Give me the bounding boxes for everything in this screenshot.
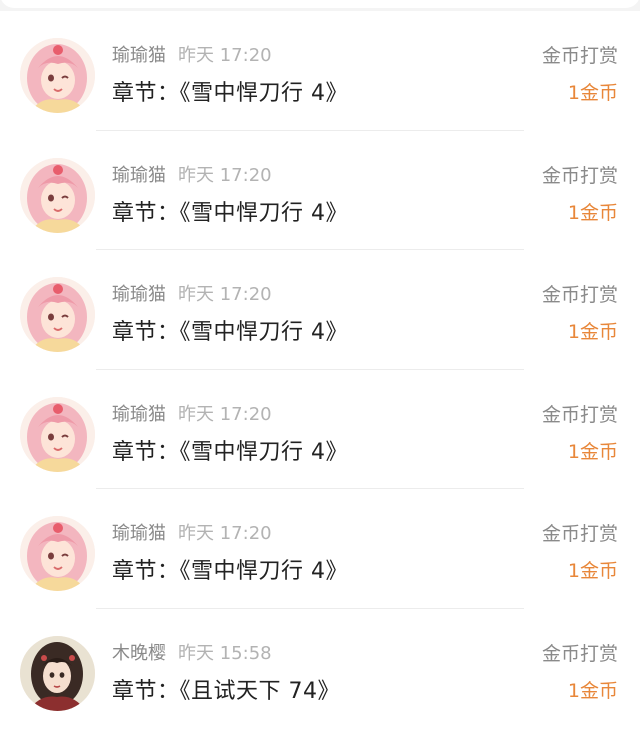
username[interactable]: 瑜瑜猫 [112,523,166,544]
reward-records-page: 瑜瑜猫 昨天 17:20 章节：《雪中悍刀行 4》 金币打赏 1金币 瑜瑜猫 昨… [0,0,640,731]
pink-anime-girl-avatar-icon[interactable] [20,396,95,472]
chapter-title[interactable]: 章节：《雪中悍刀行 4》 [112,314,348,346]
reward-list: 瑜瑜猫 昨天 17:20 章节：《雪中悍刀行 4》 金币打赏 1金币 瑜瑜猫 昨… [0,11,640,731]
chapter-title[interactable]: 章节：《雪中悍刀行 4》 [112,75,348,107]
reward-amount: 1金币 [567,82,618,104]
pink-anime-girl-avatar-icon[interactable] [20,516,95,592]
chapter-title[interactable]: 章节：《雪中悍刀行 4》 [112,434,348,466]
list-item[interactable]: 瑜瑜猫 昨天 17:20 章节：《雪中悍刀行 4》 金币打赏 1金币 [0,250,640,370]
reward-amount: 1金币 [567,440,618,463]
timestamp: 昨天 17:20 [178,403,272,425]
dark-haired-girl-avatar-icon[interactable] [20,635,95,711]
pink-anime-girl-avatar-icon[interactable] [20,157,95,233]
reward-type: 金币打赏 [541,523,618,546]
reward-amount: 1金币 [567,560,618,583]
reward-amount: 1金币 [567,321,618,344]
reward-meta: 瑜瑜猫 昨天 17:20 [112,519,272,545]
reward-type: 金币打赏 [541,284,618,307]
list-item[interactable]: 瑜瑜猫 昨天 17:20 章节：《雪中悍刀行 4》 金币打赏 1金币 [0,489,640,609]
username[interactable]: 木晚樱 [112,643,166,664]
timestamp: 昨天 17:20 [178,164,272,186]
pink-anime-girl-avatar-icon[interactable] [20,38,95,113]
reward-meta: 瑜瑜猫 昨天 17:20 [112,161,272,187]
reward-amount: 1金币 [567,201,618,224]
list-item[interactable]: 瑜瑜猫 昨天 17:20 章节：《雪中悍刀行 4》 金币打赏 1金币 [0,11,640,131]
chapter-title[interactable]: 章节：《雪中悍刀行 4》 [112,553,348,585]
username[interactable]: 瑜瑜猫 [112,284,166,305]
reward-type: 金币打赏 [541,403,618,426]
list-item[interactable]: 瑜瑜猫 昨天 17:20 章节：《雪中悍刀行 4》 金币打赏 1金币 [0,369,640,490]
chapter-title[interactable]: 章节：《且试天下 74》 [112,673,340,705]
reward-meta: 瑜瑜猫 昨天 17:20 [112,41,272,67]
timestamp: 昨天 15:58 [178,642,272,664]
username[interactable]: 瑜瑜猫 [112,45,166,66]
reward-meta: 瑜瑜猫 昨天 17:20 [112,280,272,306]
reward-type: 金币打赏 [541,642,618,665]
top-card-edge [0,0,640,8]
reward-meta: 瑜瑜猫 昨天 17:20 [112,400,272,426]
reward-type: 金币打赏 [541,45,618,67]
timestamp: 昨天 17:20 [178,284,272,306]
reward-amount: 1金币 [567,679,618,702]
timestamp: 昨天 17:20 [178,45,272,66]
list-item[interactable]: 木晚樱 昨天 15:58 章节：《且试天下 74》 金币打赏 1金币 [0,608,640,731]
username[interactable]: 瑜瑜猫 [112,404,166,425]
username[interactable]: 瑜瑜猫 [112,165,166,186]
timestamp: 昨天 17:20 [178,523,272,545]
reward-meta: 木晚樱 昨天 15:58 [112,639,272,665]
chapter-title[interactable]: 章节：《雪中悍刀行 4》 [112,195,348,227]
reward-type: 金币打赏 [541,164,618,187]
pink-anime-girl-avatar-icon[interactable] [20,277,95,353]
list-item[interactable]: 瑜瑜猫 昨天 17:20 章节：《雪中悍刀行 4》 金币打赏 1金币 [0,130,640,251]
